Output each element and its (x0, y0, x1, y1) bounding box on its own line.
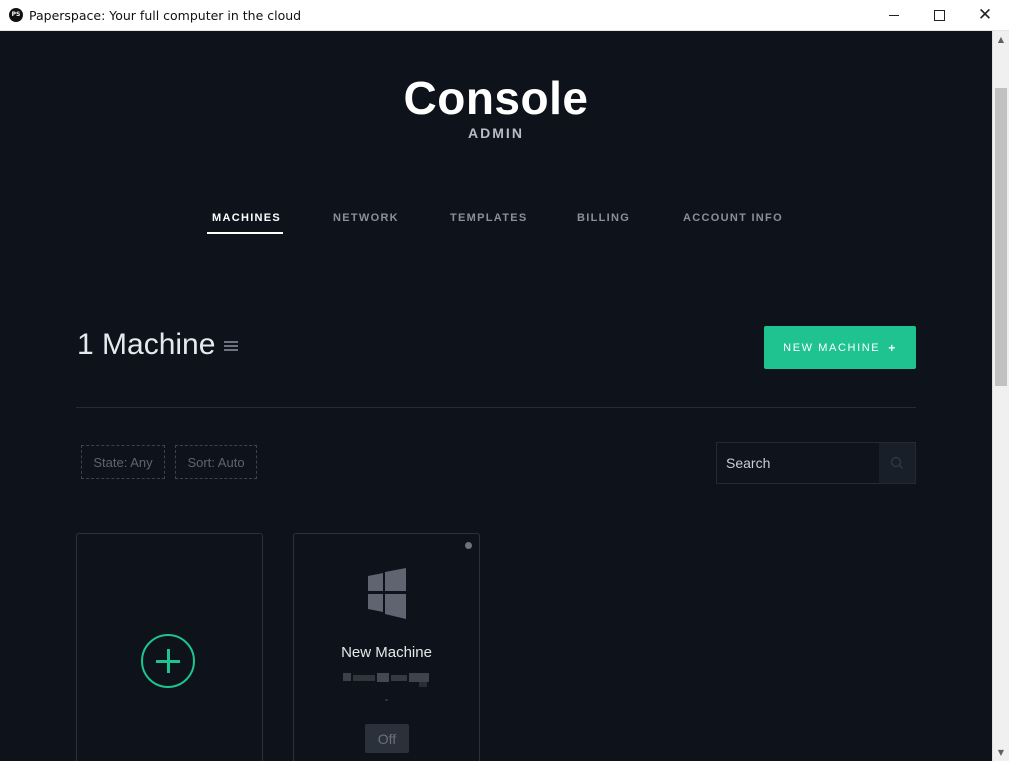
state-filter[interactable]: State: Any (81, 445, 165, 479)
sort-filter[interactable]: Sort: Auto (175, 445, 257, 479)
paperspace-app-icon: PS (9, 8, 23, 22)
console-page: Console ADMIN MACHINES NETWORK TEMPLATES… (0, 31, 992, 761)
windows-logo-icon (368, 568, 406, 619)
plus-icon: + (888, 340, 897, 355)
redacted-machine-id (343, 671, 435, 689)
main-nav: MACHINES NETWORK TEMPLATES BILLING ACCOU… (0, 212, 992, 236)
list-view-icon[interactable] (224, 341, 238, 352)
add-machine-icon (141, 634, 195, 688)
tab-templates[interactable]: TEMPLATES (450, 212, 528, 224)
window-titlebar: PS Paperspace: Your full computer in the… (0, 0, 1009, 31)
tab-network[interactable]: NETWORK (333, 212, 399, 224)
minimize-button[interactable] (871, 0, 917, 30)
search-button[interactable] (879, 443, 915, 483)
tab-billing[interactable]: BILLING (577, 212, 630, 224)
page-subtitle: ADMIN (468, 125, 524, 141)
machine-status-badge[interactable]: Off (365, 724, 409, 753)
page-title: Console (403, 72, 589, 124)
maximize-button[interactable] (916, 0, 962, 30)
add-machine-card[interactable] (76, 533, 263, 761)
machine-card[interactable]: New Machine - Off (293, 533, 480, 761)
search-icon (890, 456, 903, 469)
machine-count-heading: 1 Machine (77, 328, 215, 362)
tab-account-info[interactable]: ACCOUNT INFO (683, 212, 783, 224)
minimize-icon (889, 14, 899, 16)
scroll-down-icon[interactable]: ▼ (993, 744, 1009, 761)
tab-machines[interactable]: MACHINES (212, 212, 281, 224)
search-input[interactable] (717, 443, 879, 483)
divider (76, 407, 916, 408)
close-icon: ✕ (977, 4, 993, 25)
scrollbar-thumb[interactable] (995, 88, 1007, 386)
search-box (716, 442, 916, 484)
window-title: Paperspace: Your full computer in the cl… (29, 8, 302, 23)
scroll-up-icon[interactable]: ▲ (993, 31, 1009, 48)
active-tab-indicator (207, 232, 283, 234)
close-button[interactable]: ✕ (962, 0, 1008, 30)
machine-detail: - (384, 692, 389, 706)
machine-count: 1 (77, 328, 94, 361)
status-indicator-dot (465, 542, 472, 549)
new-machine-button[interactable]: NEW MACHINE + (764, 326, 916, 369)
new-machine-label: NEW MACHINE (783, 341, 881, 354)
vertical-scrollbar[interactable]: ▲ ▼ (992, 31, 1009, 761)
machine-name: New Machine (341, 644, 432, 661)
machine-count-label: Machine (102, 328, 216, 361)
maximize-icon (933, 9, 945, 21)
